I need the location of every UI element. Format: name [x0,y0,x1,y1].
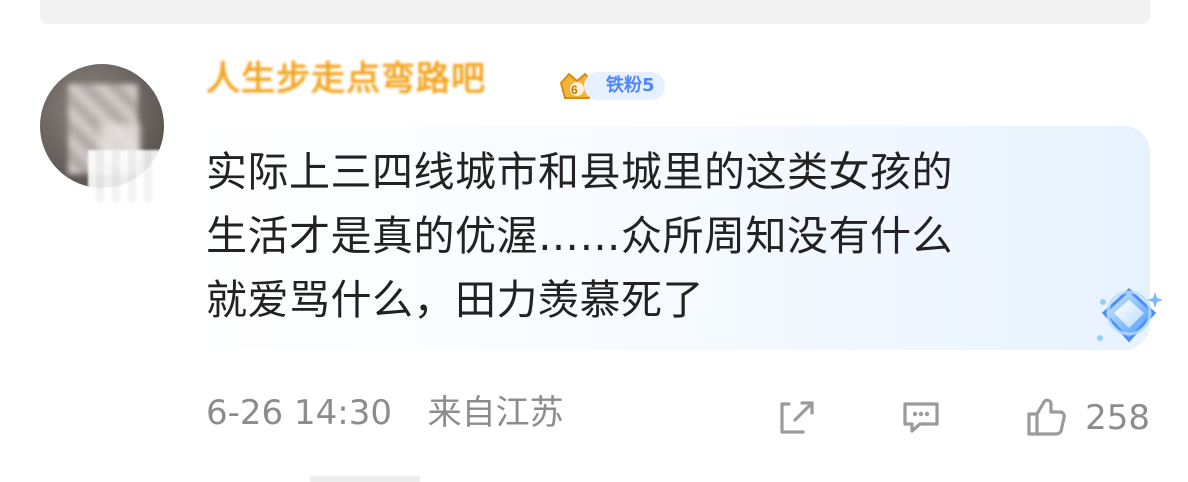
like-icon[interactable] [1019,392,1071,444]
comment-date: 6-26 14:30 [206,393,392,433]
comment-icon[interactable] [895,392,947,444]
share-icon[interactable] [771,392,823,444]
diamond-bubble-icon [1097,287,1163,343]
fan-badge: 铁粉5 [584,72,665,100]
top-divider-strip [40,0,1150,24]
like-count: 258 [1085,398,1150,438]
comment-meta: 6-26 14:30 来自江苏 [206,396,564,430]
comment-text: 实际上三四线城市和县城里的这类女孩的 生活才是真的优渥……众所周知没有什么 就爱… [206,148,953,324]
comment-location: 来自江苏 [427,393,564,433]
username[interactable]: 人生步走点弯路吧 [206,62,486,96]
comment-actions: 258 [771,392,1150,444]
bottom-blur-line [310,476,420,482]
badge-level-text: 6 [571,83,578,97]
avatar-blur-overflow [88,150,160,202]
